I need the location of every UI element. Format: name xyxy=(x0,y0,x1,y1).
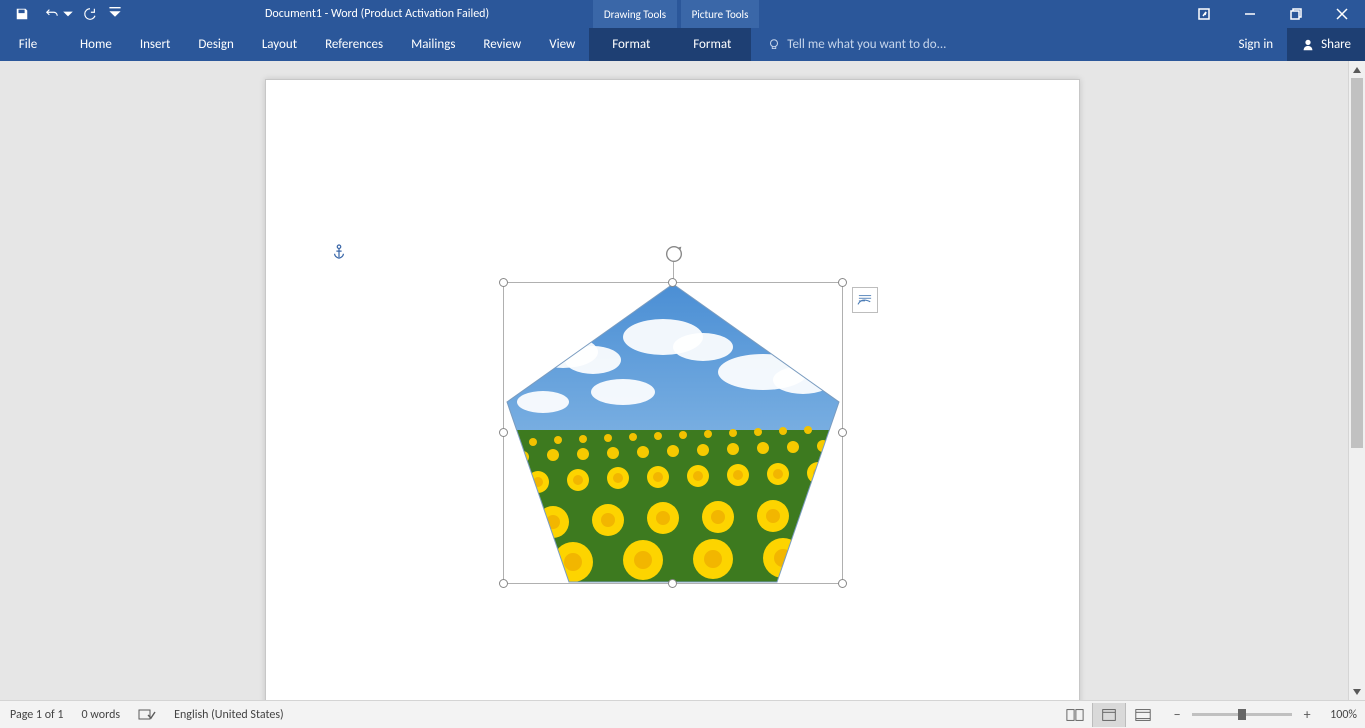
tab-home[interactable]: Home xyxy=(66,28,126,61)
zoom-slider-knob[interactable] xyxy=(1238,709,1246,720)
title-bar: Document1 - Word (Product Activation Fai… xyxy=(0,0,1365,28)
resize-handle-sw[interactable] xyxy=(499,579,508,588)
spellcheck-icon[interactable] xyxy=(138,708,156,722)
ribbon-tabs: File Home Insert Design Layout Reference… xyxy=(0,28,1365,61)
zoom-control: − + 100% xyxy=(1168,706,1357,724)
resize-handle-e[interactable] xyxy=(838,428,847,437)
view-web-layout[interactable] xyxy=(1126,703,1160,727)
tab-drawing-format[interactable]: Format xyxy=(589,28,673,61)
status-page[interactable]: Page 1 of 1 xyxy=(10,708,64,722)
qat-customize[interactable] xyxy=(106,0,124,28)
resize-handle-ne[interactable] xyxy=(838,278,847,287)
rotate-handle[interactable] xyxy=(663,243,685,270)
tab-view[interactable]: View xyxy=(535,28,589,61)
tab-picture-format[interactable]: Format xyxy=(673,28,751,61)
zoom-percent[interactable]: 100% xyxy=(1330,708,1357,722)
close-button[interactable] xyxy=(1319,0,1365,28)
window-title: Document1 - Word (Product Activation Fai… xyxy=(265,7,489,21)
redo-button[interactable] xyxy=(76,0,104,28)
anchor-icon[interactable] xyxy=(332,244,346,265)
scroll-thumb[interactable] xyxy=(1351,78,1363,448)
tab-insert[interactable]: Insert xyxy=(126,28,185,61)
resize-handle-s[interactable] xyxy=(668,579,677,588)
resize-handle-n[interactable] xyxy=(668,278,677,287)
zoom-out-button[interactable]: − xyxy=(1168,706,1186,724)
scroll-down-button[interactable] xyxy=(1349,683,1365,700)
minimize-button[interactable] xyxy=(1227,0,1273,28)
sign-in-link[interactable]: Sign in xyxy=(1224,28,1287,61)
layout-options-button[interactable] xyxy=(852,287,878,313)
document-canvas xyxy=(0,61,1365,700)
tab-file[interactable]: File xyxy=(0,28,56,61)
vertical-scrollbar[interactable] xyxy=(1348,61,1365,700)
quick-access-toolbar xyxy=(0,0,124,28)
lightbulb-icon xyxy=(767,38,781,52)
zoom-slider[interactable] xyxy=(1192,713,1292,716)
resize-handle-se[interactable] xyxy=(838,579,847,588)
status-bar: Page 1 of 1 0 words English (United Stat… xyxy=(0,700,1365,728)
tab-layout[interactable]: Layout xyxy=(248,28,311,61)
resize-handle-w[interactable] xyxy=(499,428,508,437)
share-button[interactable]: Share xyxy=(1287,28,1365,61)
selection-bounding-box[interactable] xyxy=(503,282,843,584)
zoom-in-button[interactable]: + xyxy=(1298,706,1316,724)
window-controls xyxy=(1181,0,1365,28)
ribbon-display-options[interactable] xyxy=(1181,0,1227,28)
tab-review[interactable]: Review xyxy=(469,28,535,61)
share-icon xyxy=(1301,38,1315,52)
status-word-count[interactable]: 0 words xyxy=(82,708,121,722)
tell-me-placeholder: Tell me what you want to do... xyxy=(787,37,946,52)
status-language[interactable]: English (United States) xyxy=(174,708,284,722)
resize-handle-nw[interactable] xyxy=(499,278,508,287)
contextual-tab-picture-tools: Picture Tools xyxy=(681,0,759,28)
tab-design[interactable]: Design xyxy=(184,28,247,61)
restore-button[interactable] xyxy=(1273,0,1319,28)
save-button[interactable] xyxy=(8,0,36,28)
undo-dropdown[interactable] xyxy=(62,0,74,28)
view-print-layout[interactable] xyxy=(1092,703,1126,727)
tell-me-search[interactable]: Tell me what you want to do... xyxy=(767,28,1224,61)
view-read-mode[interactable] xyxy=(1058,703,1092,727)
tab-mailings[interactable]: Mailings xyxy=(397,28,469,61)
scroll-up-button[interactable] xyxy=(1349,61,1365,78)
tab-references[interactable]: References xyxy=(311,28,397,61)
contextual-tab-drawing-tools: Drawing Tools xyxy=(593,0,677,28)
